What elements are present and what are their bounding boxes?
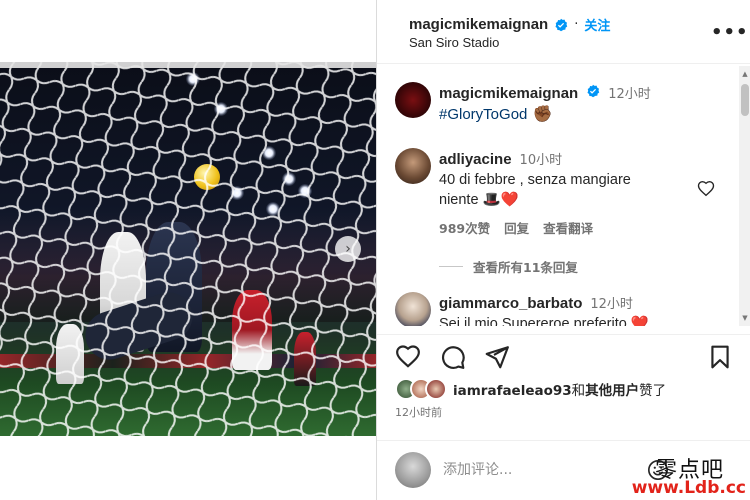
view-replies-label: 查看所有11条回复 bbox=[473, 260, 578, 275]
comment-time[interactable]: 12小时 bbox=[590, 293, 633, 312]
current-user-avatar bbox=[395, 452, 431, 488]
post-details-panel: magicmikemaignan · 关注 San Siro Stadio ••… bbox=[376, 0, 750, 500]
chevron-right-icon: › bbox=[345, 241, 351, 257]
comment-icon[interactable] bbox=[440, 344, 466, 370]
bookmark-icon[interactable] bbox=[707, 344, 733, 370]
comment-text-line2: niente bbox=[439, 192, 479, 208]
post-location[interactable]: San Siro Stadio bbox=[409, 35, 499, 50]
carousel-next-button[interactable]: › bbox=[335, 236, 361, 262]
liker-avatars bbox=[395, 378, 449, 400]
commenter-avatar[interactable] bbox=[395, 148, 431, 184]
comments-list: magicmikemaignan 12小时 #GloryToGod ✊🏾 adl… bbox=[377, 64, 750, 326]
comment-item: adliyacine 10小时 40 di febbre , senza man… bbox=[439, 149, 631, 237]
comment-item: giammarco_barbato 12小时 Sei il mio Supere… bbox=[439, 293, 649, 326]
verified-icon bbox=[587, 84, 600, 98]
view-replies-button[interactable]: 查看所有11条回复 bbox=[439, 257, 578, 276]
comment-author[interactable]: giammarco_barbato bbox=[439, 295, 582, 312]
watermark-url: www.Ldb.cc bbox=[631, 478, 746, 498]
post-media: › bbox=[0, 0, 376, 500]
comment-time[interactable]: 10小时 bbox=[520, 149, 563, 168]
caption-author[interactable]: magicmikemaignan bbox=[439, 85, 578, 102]
likes-text: iamrafaeleao93和其他用户赞了 bbox=[453, 379, 666, 399]
scroll-up-icon[interactable]: ▲ bbox=[739, 68, 750, 80]
scrollbar-thumb[interactable] bbox=[741, 84, 749, 116]
author-username[interactable]: magicmikemaignan bbox=[409, 16, 548, 33]
post-timestamp[interactable]: 12小时前 bbox=[395, 404, 442, 420]
divider-line bbox=[439, 266, 463, 267]
commenter-avatar[interactable] bbox=[395, 292, 431, 326]
caption-time[interactable]: 12小时 bbox=[608, 83, 651, 102]
heart-icon[interactable] bbox=[697, 180, 715, 198]
comment-text: 40 di febbre , senza mangiare bbox=[439, 172, 631, 188]
comment-meta: 989次赞 回复 查看翻译 bbox=[439, 218, 631, 237]
post-header: magicmikemaignan · 关注 San Siro Stadio ••… bbox=[377, 0, 750, 64]
translate-button[interactable]: 查看翻译 bbox=[543, 218, 593, 237]
other-likers-link[interactable]: 其他用户 bbox=[585, 383, 639, 399]
comment-emoji: ❤️ bbox=[630, 316, 649, 326]
comment-emoji: 🎩❤️ bbox=[482, 192, 519, 208]
post-photo[interactable] bbox=[0, 62, 376, 436]
comment-author[interactable]: adliyacine bbox=[439, 151, 512, 168]
more-icon[interactable]: ••• bbox=[711, 22, 749, 43]
heart-icon[interactable] bbox=[395, 344, 421, 370]
goal-net bbox=[0, 62, 376, 436]
post-actions bbox=[377, 334, 750, 378]
likes-connector: 和 bbox=[571, 383, 586, 399]
separator-dot: · bbox=[574, 17, 579, 32]
comment-input[interactable] bbox=[443, 457, 643, 483]
comment-likes[interactable]: 989次赞 bbox=[439, 218, 490, 237]
likes-summary: iamrafaeleao93和其他用户赞了 bbox=[395, 378, 666, 400]
reply-button[interactable]: 回复 bbox=[504, 218, 529, 237]
author-row: magicmikemaignan · 关注 bbox=[409, 15, 610, 34]
scroll-down-icon[interactable]: ▼ bbox=[739, 312, 750, 324]
caption-emoji: ✊🏾 bbox=[532, 104, 553, 123]
follow-button[interactable]: 关注 bbox=[584, 15, 610, 34]
author-avatar[interactable] bbox=[395, 82, 431, 118]
share-icon[interactable] bbox=[484, 344, 510, 370]
caption: magicmikemaignan 12小时 #GloryToGod ✊🏾 bbox=[439, 83, 651, 123]
liker-avatar[interactable] bbox=[425, 378, 447, 400]
likes-suffix: 赞了 bbox=[639, 383, 667, 399]
caption-hashtag[interactable]: #GloryToGod bbox=[439, 106, 527, 123]
comment-text: Sei il mio Supereroe preferito bbox=[439, 316, 627, 326]
liker-username[interactable]: iamrafaeleao93 bbox=[453, 383, 572, 399]
comments-scrollbar[interactable]: ▲ ▼ bbox=[739, 66, 750, 326]
site-watermark: 零点吧 www.Ldb.cc bbox=[624, 450, 748, 498]
verified-icon bbox=[555, 18, 568, 31]
